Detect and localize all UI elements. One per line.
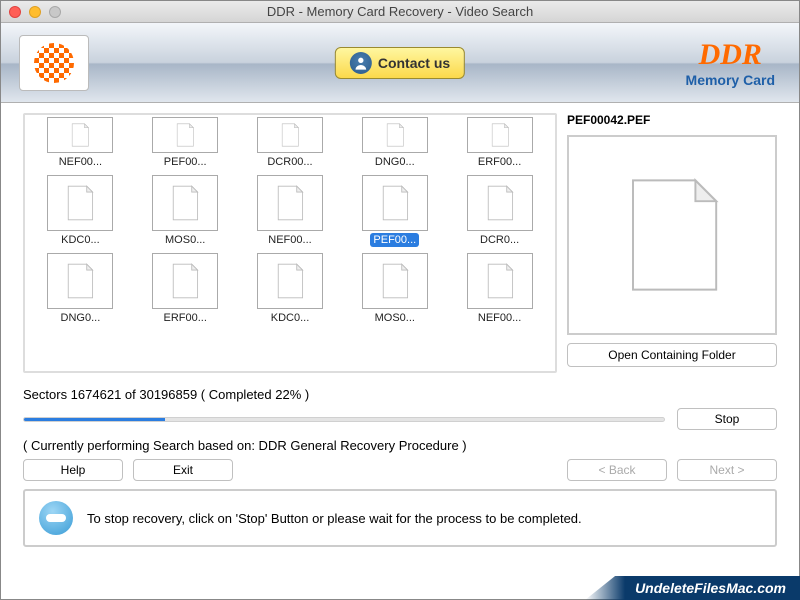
- file-item[interactable]: NEF00...: [31, 121, 130, 169]
- file-item[interactable]: MOS0...: [136, 175, 235, 247]
- footer-brand: UndeleteFilesMac.com: [585, 576, 800, 600]
- file-thumb-icon: [152, 175, 218, 231]
- file-list-panel[interactable]: NEF00... PEF00... DCR00... DNG0... ERF00... K…: [23, 113, 557, 373]
- person-icon: [350, 52, 372, 74]
- file-label: ERF00...: [475, 155, 524, 169]
- preview-filename: PEF00042.PEF: [567, 113, 777, 127]
- file-label: NEF00...: [56, 155, 105, 169]
- file-item[interactable]: KDC0...: [31, 175, 130, 247]
- back-button[interactable]: < Back: [567, 459, 667, 481]
- file-thumb-icon: [152, 253, 218, 309]
- contact-us-label: Contact us: [378, 55, 450, 71]
- file-item[interactable]: DNG0...: [31, 253, 130, 325]
- file-label: DNG0...: [372, 155, 418, 169]
- file-item[interactable]: NEF00...: [450, 253, 549, 325]
- stop-button[interactable]: Stop: [677, 408, 777, 430]
- file-label: ERF00...: [160, 311, 209, 325]
- contact-us-button[interactable]: Contact us: [335, 47, 465, 79]
- file-thumb-icon: [362, 175, 428, 231]
- app-logo-box: [19, 35, 89, 91]
- app-logo-icon: [34, 43, 74, 83]
- search-method-text: ( Currently performing Search based on: …: [23, 438, 777, 453]
- file-label: KDC0...: [58, 233, 103, 247]
- file-item[interactable]: DNG0...: [345, 121, 444, 169]
- file-thumb-icon: [362, 117, 428, 153]
- header-banner: Contact us DDR Memory Card: [1, 23, 799, 103]
- file-item[interactable]: DCR0...: [450, 175, 549, 247]
- file-label: MOS0...: [372, 311, 418, 325]
- brand-name: DDR: [686, 38, 775, 72]
- file-label: KDC0...: [268, 311, 313, 325]
- file-label: NEF00...: [475, 311, 524, 325]
- file-label: PEF00...: [161, 155, 210, 169]
- exit-button[interactable]: Exit: [133, 459, 233, 481]
- file-thumb-icon: [47, 253, 113, 309]
- info-text: To stop recovery, click on 'Stop' Button…: [87, 511, 582, 526]
- file-thumb-icon: [47, 117, 113, 153]
- file-item[interactable]: KDC0...: [241, 253, 340, 325]
- brand-block: DDR Memory Card: [686, 38, 775, 88]
- file-label: DNG0...: [58, 311, 104, 325]
- file-thumb-icon: [467, 117, 533, 153]
- file-thumb-icon: [257, 117, 323, 153]
- progress-bar: [23, 417, 665, 422]
- file-item[interactable]: ERF00...: [136, 253, 235, 325]
- file-thumb-icon: [257, 253, 323, 309]
- file-item[interactable]: DCR00...: [241, 121, 340, 169]
- file-label: MOS0...: [162, 233, 208, 247]
- progress-text: Sectors 1674621 of 30196859 ( Completed …: [23, 387, 777, 402]
- file-item[interactable]: NEF00...: [241, 175, 340, 247]
- file-thumb-icon: [362, 253, 428, 309]
- file-label: DCR0...: [477, 233, 522, 247]
- file-icon: [607, 170, 737, 300]
- help-button[interactable]: Help: [23, 459, 123, 481]
- titlebar: DDR - Memory Card Recovery - Video Searc…: [1, 1, 799, 23]
- file-label: DCR00...: [264, 155, 315, 169]
- brand-subtitle: Memory Card: [686, 72, 775, 88]
- window-title: DDR - Memory Card Recovery - Video Searc…: [1, 4, 799, 19]
- open-containing-folder-button[interactable]: Open Containing Folder: [567, 343, 777, 367]
- file-thumb-icon: [467, 253, 533, 309]
- file-label: NEF00...: [265, 233, 314, 247]
- preview-box: [567, 135, 777, 335]
- file-item[interactable]: MOS0...: [345, 253, 444, 325]
- next-button[interactable]: Next >: [677, 459, 777, 481]
- file-item[interactable]: PEF00...: [345, 175, 444, 247]
- file-thumb-icon: [47, 175, 113, 231]
- file-item[interactable]: ERF00...: [450, 121, 549, 169]
- file-thumb-icon: [467, 175, 533, 231]
- file-item[interactable]: PEF00...: [136, 121, 235, 169]
- file-label: PEF00...: [370, 233, 419, 247]
- info-icon: [39, 501, 73, 535]
- file-thumb-icon: [152, 117, 218, 153]
- file-thumb-icon: [257, 175, 323, 231]
- info-bar: To stop recovery, click on 'Stop' Button…: [23, 489, 777, 547]
